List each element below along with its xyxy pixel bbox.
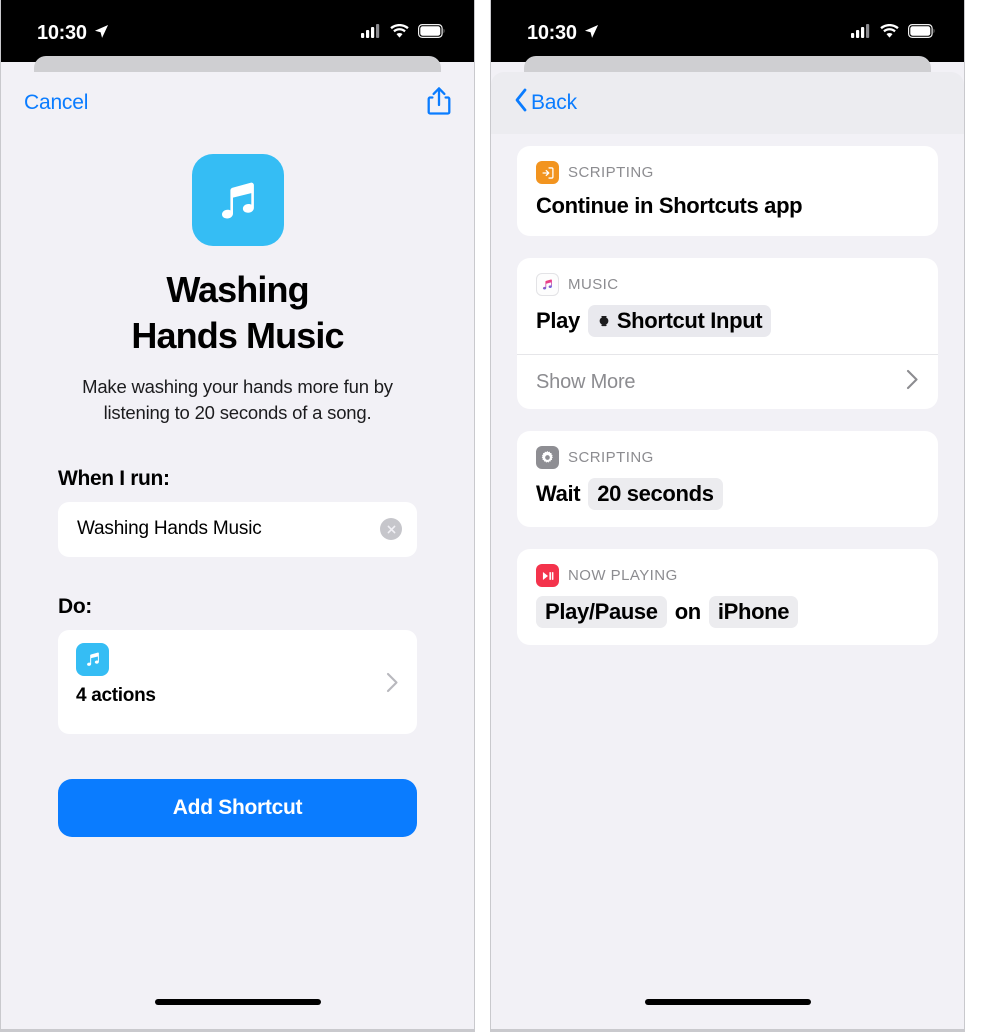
screenshot-stage: 10:30 Cancel Washing Hands Music Make wa… [0,0,990,1032]
action-card[interactable]: NOW PLAYING Play/Pause on iPhone [517,549,938,645]
shortcut-name-value[interactable]: Washing Hands Music [77,518,262,540]
parameter-token-playpause[interactable]: Play/Pause [536,596,667,628]
parameter-token-duration[interactable]: 20 seconds [588,478,723,510]
action-text: on [674,599,702,624]
left-phone-frame: 10:30 Cancel Washing Hands Music Make wa… [0,0,475,1032]
cellular-bars-icon [361,23,381,43]
page-title-line-1: Washing [166,269,309,310]
actions-summary-card[interactable]: 4 actions [58,629,417,734]
chevron-left-icon [514,88,528,118]
battery-icon [908,23,936,43]
action-card-header: NOW PLAYING [536,564,919,587]
home-indicator-left [154,999,321,1005]
action-card-header: MUSIC [536,273,919,296]
clear-circle-icon[interactable] [380,518,402,541]
action-card[interactable]: SCRIPTING Continue in Shortcuts app [517,146,938,236]
action-card-content: Play Shortcut Input [536,305,919,337]
page-title-line-2: Hands Music [131,315,344,357]
page-description: Make washing your hands more fun by list… [82,376,393,424]
action-card-header: SCRIPTING [536,446,919,469]
music-note-icon [191,154,284,246]
when-i-run-label: When I run: [58,466,170,490]
app-icon-container [1,154,474,246]
variable-glyph-icon [597,308,611,334]
action-card-header: SCRIPTING [536,161,919,184]
apple-music-icon [536,273,559,296]
wifi-icon [880,23,899,43]
show-more-label: Show More [536,370,636,393]
action-text: Continue in Shortcuts app [536,193,803,218]
wifi-icon [390,23,409,43]
action-text: Play [536,308,580,333]
action-card[interactable]: SCRIPTING Wait 20 seconds [517,431,938,527]
share-icon[interactable] [427,86,451,121]
add-shortcut-sheet: Cancel Washing Hands Music Make washing … [1,72,474,1029]
parameter-token-device[interactable]: iPhone [708,596,799,628]
cancel-button[interactable]: Cancel [24,91,88,115]
music-note-icon-small [76,642,109,676]
status-bar-left-group: 10:30 [37,18,109,45]
action-card-body: SCRIPTING Wait 20 seconds [517,431,938,527]
action-category-label: NOW PLAYING [568,567,678,584]
back-button[interactable]: Back [514,88,577,118]
action-card[interactable]: MUSIC Play Shortcut Input Show More [517,258,938,409]
location-arrow-icon [94,22,109,45]
back-button-label: Back [531,91,577,114]
add-shortcut-button[interactable]: Add Shortcut [58,778,417,837]
action-cards-list: SCRIPTING Continue in Shortcuts app MUSI… [491,134,964,645]
status-bar-right-group [361,20,446,43]
action-category-label: SCRIPTING [568,164,654,181]
action-category-label: SCRIPTING [568,449,654,466]
show-more-row[interactable]: Show More [517,355,938,409]
chevron-right-icon [386,672,399,698]
status-bar-left: 10:30 [1,0,474,62]
status-time-right: 10:30 [527,21,577,44]
action-card-body: NOW PLAYING Play/Pause on iPhone [517,549,938,645]
cellular-bars-icon [851,23,871,43]
action-card-body: MUSIC Play Shortcut Input [517,258,938,354]
status-bar-right: 10:30 [491,0,964,62]
action-card-content: Continue in Shortcuts app [536,193,919,219]
right-phone-frame: 10:30 Back SCRIPTING Continue in Shortcu… [490,0,965,1032]
variable-token-shortcut-input[interactable]: Shortcut Input [587,305,772,337]
chevron-right-icon [906,369,919,396]
variable-token-label: Shortcut Input [616,308,763,333]
sheet-nav-bar-right: Back [491,72,964,134]
status-bar-left-group-right: 10:30 [527,18,599,45]
action-card-body: SCRIPTING Continue in Shortcuts app [517,146,938,236]
actions-count-label: 4 actions [76,684,156,706]
gear-icon [536,446,559,469]
home-indicator-right [644,999,811,1005]
shortcut-actions-sheet: Back SCRIPTING Continue in Shortcuts app… [491,72,964,1029]
action-text: Wait [536,481,581,506]
play-pause-icon [536,564,559,587]
sheet-nav-bar-left: Cancel [1,72,474,134]
shortcut-name-input[interactable]: Washing Hands Music [58,501,417,557]
action-card-content: Play/Pause on iPhone [536,596,919,628]
location-arrow-icon [584,22,599,45]
action-card-content: Wait 20 seconds [536,478,919,510]
page-title: Washing Hands Music [1,267,474,359]
do-label: Do: [58,594,92,618]
battery-icon [418,23,446,43]
status-bar-right-group-right [851,20,936,43]
open-in-app-icon [536,161,559,184]
action-category-label: MUSIC [568,276,619,293]
status-time: 10:30 [37,21,87,44]
